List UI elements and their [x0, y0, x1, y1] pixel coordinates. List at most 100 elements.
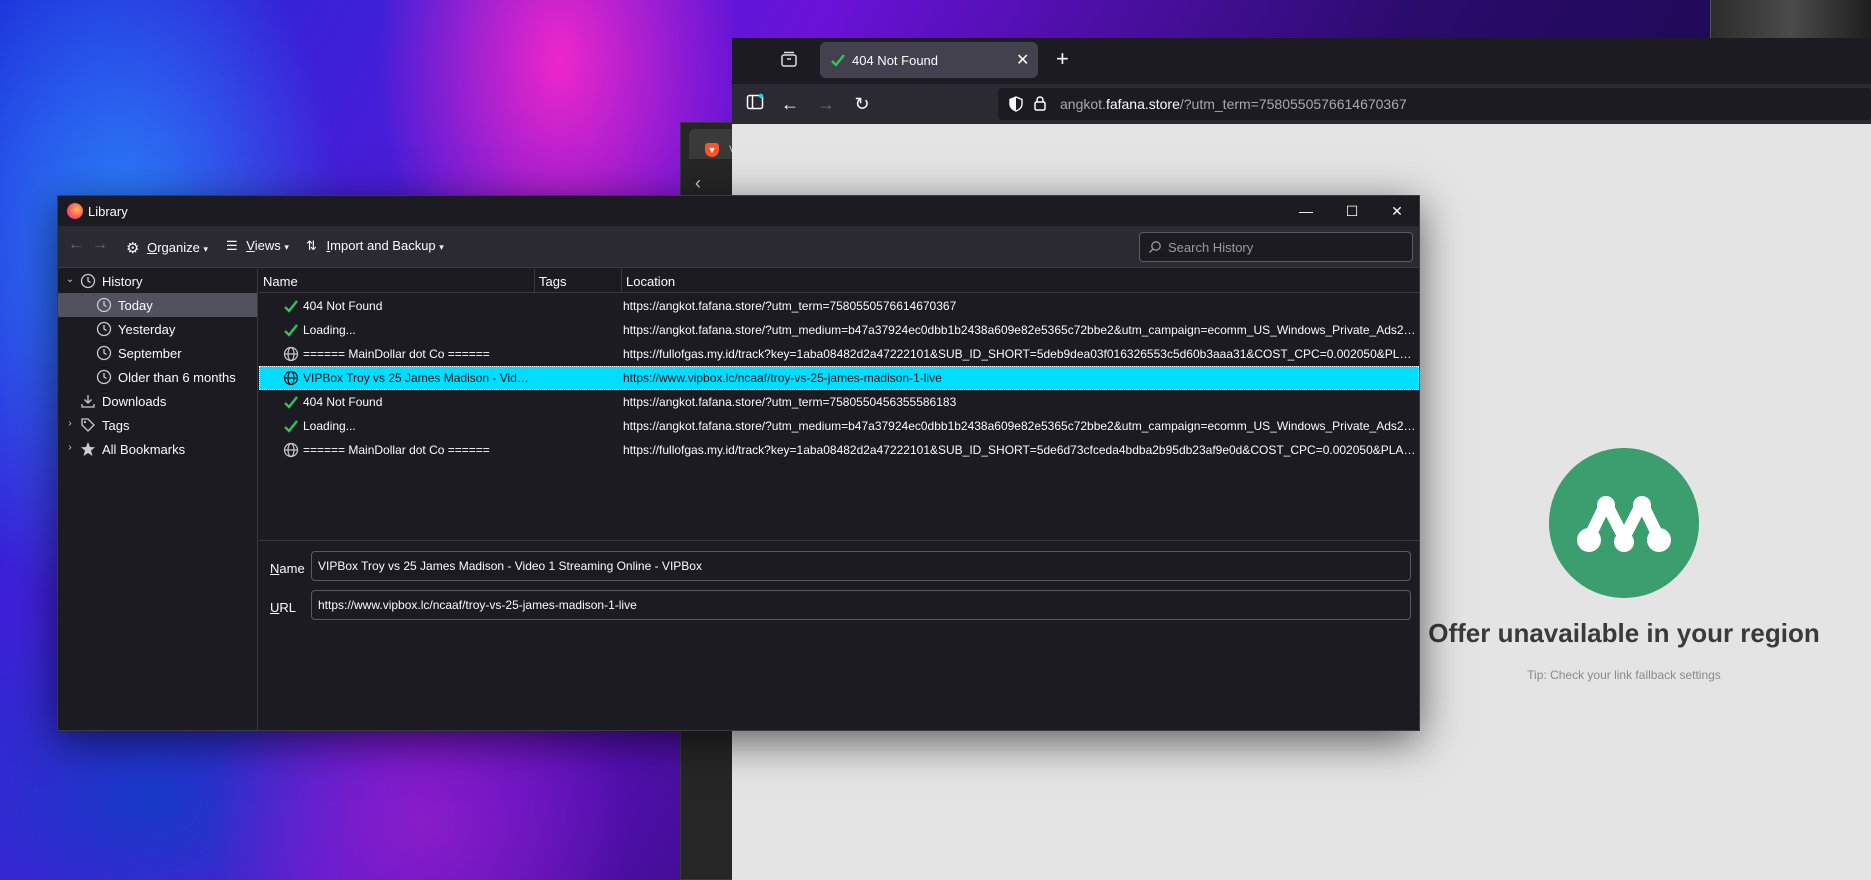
new-tab-icon[interactable]: +: [1056, 46, 1069, 72]
sidebar-item-label: Tags: [102, 418, 130, 433]
globe-icon: [283, 346, 299, 362]
chevron-down-icon[interactable]: ⌄: [64, 274, 76, 286]
chevron-down-icon: ▾: [439, 242, 444, 252]
close-icon[interactable]: ✕: [1374, 198, 1420, 224]
row-location: https://angkot.fafana.store/?utm_medium=…: [623, 323, 1419, 337]
gear-icon: ⚙: [126, 240, 140, 257]
library-sidebar: ⌄ History Today Yesterday September Olde…: [58, 269, 258, 730]
reload-icon[interactable]: ↻: [850, 92, 874, 116]
search-box[interactable]: [1139, 232, 1413, 262]
check-icon: [284, 396, 298, 409]
row-location: https://angkot.fafana.store/?utm_term=75…: [623, 395, 957, 409]
search-input[interactable]: [1168, 238, 1408, 256]
url-label: URL: [270, 600, 296, 615]
import-backup-button[interactable]: ⇅ Import and Backup ▾: [306, 238, 444, 254]
forward-icon[interactable]: →: [92, 236, 108, 254]
minimize-icon[interactable]: —: [1283, 198, 1329, 224]
back-icon[interactable]: ←: [778, 92, 802, 116]
sidebar-item-label: All Bookmarks: [102, 442, 186, 457]
chevron-down-icon: ▾: [284, 242, 289, 252]
maximize-icon[interactable]: ☐: [1329, 198, 1375, 224]
globe-icon: [283, 442, 299, 458]
tab-active[interactable]: 404 Not Found ✕: [820, 42, 1038, 78]
sidebar-item-today[interactable]: Today: [58, 293, 257, 317]
sidebar-item-label: September: [118, 346, 182, 361]
chevron-right-icon[interactable]: ›: [64, 418, 76, 430]
sidebar-item-older[interactable]: Older than 6 months: [58, 365, 257, 389]
check-icon: [284, 300, 298, 313]
sidebar-item-all-bookmarks[interactable]: › All Bookmarks: [58, 437, 257, 461]
views-button[interactable]: ☰ Views ▾: [226, 238, 289, 254]
column-header-location[interactable]: Location: [622, 269, 1419, 293]
row-name: 404 Not Found: [303, 299, 383, 313]
clock-icon: [96, 321, 112, 337]
address-bar[interactable]: angkot.fafana.store/?utm_term=7580550576…: [998, 88, 1871, 120]
history-list: 404 Not Found https://angkot.fafana.stor…: [259, 294, 1419, 539]
library-title: Library: [88, 204, 128, 219]
table-row[interactable]: ====== MainDollar dot Co ====== https://…: [259, 342, 1419, 366]
row-location: https://angkot.fafana.store/?utm_medium=…: [623, 419, 1419, 433]
organize-button[interactable]: ⚙ Organize ▾: [126, 238, 208, 257]
table-row[interactable]: ====== MainDollar dot Co ====== https://…: [259, 438, 1419, 462]
row-name: 404 Not Found: [303, 395, 383, 409]
clock-icon: [96, 297, 112, 313]
shield-icon[interactable]: [1008, 96, 1024, 112]
table-row[interactable]: 404 Not Found https://angkot.fafana.stor…: [259, 390, 1419, 414]
url-path: /?utm_term=7580550576614670367: [1179, 96, 1407, 112]
organize-label: rganize: [157, 240, 200, 255]
clock-icon: [96, 369, 112, 385]
back-icon[interactable]: ←: [68, 236, 84, 254]
tab-overview-icon[interactable]: [780, 50, 798, 68]
sidebar-item-label: Yesterday: [118, 322, 176, 337]
library-window: Library — ☐ ✕ ← → ⚙ Organize ▾ ☰ Views ▾…: [57, 195, 1420, 731]
table-row[interactable]: Loading... https://angkot.fafana.store/?…: [259, 318, 1419, 342]
clock-icon: [80, 273, 96, 289]
organize-accesskey: O: [147, 240, 158, 255]
tab-strip: 404 Not Found ✕ +: [732, 38, 1871, 82]
check-icon: [831, 54, 845, 67]
brave-back-icon[interactable]: ‹: [695, 173, 701, 194]
import-backup-label: mport and Backup: [330, 238, 436, 253]
row-location: https://fullofgas.my.id/track?key=1aba08…: [623, 443, 1419, 457]
sidebar-item-downloads[interactable]: Downloads: [58, 389, 257, 413]
offer-tip-text: Tip: Check your link fallback settings: [1527, 668, 1721, 682]
nav-bar: ← → ↻ angkot.fafana.store/?utm_term=7580…: [732, 84, 1871, 124]
chevron-right-icon[interactable]: ›: [64, 442, 76, 454]
sidebar-item-label: Downloads: [102, 394, 167, 409]
list-icon: ☰: [226, 238, 238, 253]
sidebar-item-september[interactable]: September: [58, 341, 257, 365]
sidebar-item-yesterday[interactable]: Yesterday: [58, 317, 257, 341]
views-accesskey: V: [246, 238, 255, 253]
clock-icon: [96, 345, 112, 361]
row-location: https://angkot.fafana.store/?utm_term=75…: [623, 299, 957, 313]
column-header-name[interactable]: Name: [259, 269, 535, 293]
row-location: https://fullofgas.my.id/track?key=1aba08…: [623, 347, 1419, 361]
brand-logo-icon: [1549, 448, 1699, 598]
row-name: Loading...: [303, 419, 356, 433]
table-row-selected[interactable]: VIPBox Troy vs 25 James Madison - Video.…: [259, 366, 1419, 390]
sidebar-item-label: Today: [118, 298, 153, 313]
row-location: https://www.vipbox.lc/ncaaf/troy-vs-25-j…: [623, 371, 942, 385]
views-label: iews: [254, 238, 281, 253]
sidebar-item-tags[interactable]: › Tags: [58, 413, 257, 437]
table-row[interactable]: 404 Not Found https://angkot.fafana.stor…: [259, 294, 1419, 318]
sidebar-item-history[interactable]: ⌄ History: [58, 269, 257, 293]
library-titlebar[interactable]: Library — ☐ ✕: [58, 196, 1419, 226]
tab-close-icon[interactable]: ✕: [1016, 50, 1029, 70]
table-row[interactable]: Loading... https://angkot.fafana.store/?…: [259, 414, 1419, 438]
url-text[interactable]: angkot.fafana.store/?utm_term=7580550576…: [1060, 96, 1407, 112]
row-name: VIPBox Troy vs 25 James Madison - Video.…: [303, 371, 531, 385]
tab-title: 404 Not Found: [852, 53, 939, 68]
sidebar-item-label: Older than 6 months: [118, 370, 236, 385]
lock-icon[interactable]: [1032, 95, 1048, 111]
sidebar-toggle-icon[interactable]: [746, 93, 764, 111]
column-header-tags[interactable]: Tags: [535, 269, 622, 293]
row-name: Loading...: [303, 323, 356, 337]
url-subdomain: angkot.: [1060, 96, 1106, 112]
tag-icon: [81, 418, 95, 432]
forward-icon[interactable]: →: [814, 92, 838, 116]
row-name: ====== MainDollar dot Co ======: [303, 347, 490, 361]
name-field[interactable]: [311, 551, 1411, 581]
url-accesskey: U: [270, 600, 280, 615]
url-field[interactable]: [311, 590, 1411, 620]
